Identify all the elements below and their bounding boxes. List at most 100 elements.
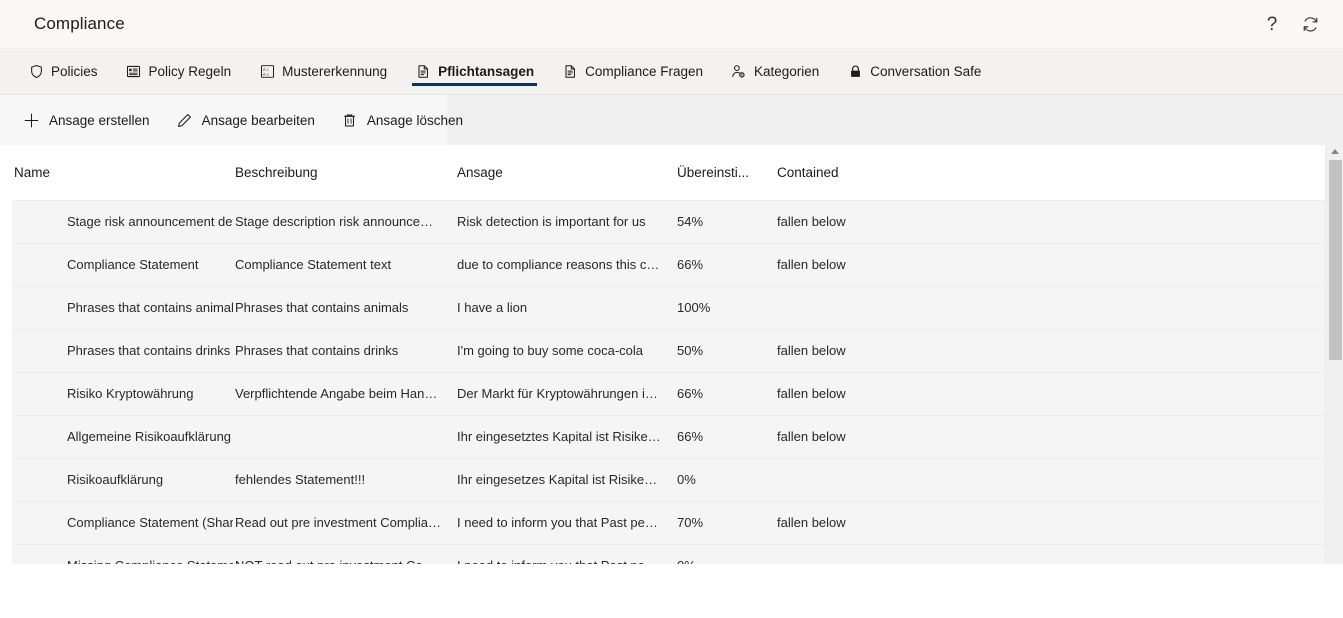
command-label: Ansage bearbeiten: [201, 112, 315, 128]
cell-ansage-text: I need to inform you that Past perfo...: [455, 558, 675, 564]
cell-spacer: [935, 544, 1325, 564]
cell-uebereinstimmung: 70%: [675, 501, 775, 545]
column-header-name[interactable]: Name: [12, 145, 233, 201]
cell-name: Risiko Kryptowährung: [12, 372, 233, 416]
command-bar: Ansage erstellen Ansage bearbeiten Ansag…: [0, 95, 463, 145]
cell-contained: fallen below: [775, 329, 935, 373]
tab-compliance-fragen[interactable]: Compliance Fragen: [548, 49, 717, 94]
cell-name-text: Missing Compliance Statement (Sha...: [12, 558, 233, 564]
cell-uebereinstimmung-text: 66%: [677, 429, 704, 444]
cell-contained: fallen below: [775, 372, 935, 416]
cell-name-text: Compliance Statement (Shares): [67, 515, 233, 530]
table-row[interactable]: Risikoaufklärung fehlendes Statement!!! Ih…: [0, 458, 1325, 502]
cell-beschreibung-text: Phrases that contains animals: [235, 300, 409, 315]
scrollbar-thumb[interactable]: [1329, 160, 1342, 360]
delete-announcement-button[interactable]: Ansage löschen: [330, 105, 474, 136]
cell-beschreibung: Compliance Statement text: [233, 243, 455, 287]
cell-name: Risikoaufklärung: [12, 458, 233, 502]
trash-icon: [341, 112, 358, 129]
svg-text:A: A: [262, 72, 265, 77]
cell-name-text: Phrases that contains drinks: [67, 343, 231, 358]
row-gutter: [0, 329, 12, 373]
cell-beschreibung: Phrases that contains animals: [233, 286, 455, 330]
cell-uebereinstimmung-text: 50%: [677, 343, 704, 358]
column-header-uebereinstimmung[interactable]: Übereinsti...: [675, 145, 775, 201]
cell-ansage: Ihr eingesetzes Kapital ist Risiken au..…: [455, 458, 675, 502]
table-row[interactable]: Compliance Statement (Shares)Read out pr…: [0, 501, 1325, 545]
cell-ansage: Ihr eingesetztes Kapital ist Risiken a..…: [455, 415, 675, 459]
tab-policies[interactable]: Policies: [14, 49, 112, 94]
cell-spacer: [935, 243, 1325, 287]
table-row[interactable]: Stage risk announcement detectionStage d…: [0, 200, 1325, 244]
row-gutter: [0, 501, 12, 545]
cell-ansage-text: due to compliance reasons this call ...: [457, 257, 674, 272]
column-header-ansage[interactable]: Ansage: [455, 145, 675, 201]
tab-conversation-safe[interactable]: Conversation Safe: [833, 49, 995, 94]
cell-ansage-text: I need to inform you that Past perfo...: [457, 515, 671, 530]
command-label: Ansage löschen: [366, 112, 463, 128]
cell-beschreibung: [233, 415, 455, 459]
help-icon[interactable]: ?: [1261, 13, 1283, 35]
cell-ansage: I'm going to buy some coca-cola: [455, 329, 675, 373]
edit-announcement-button[interactable]: Ansage bearbeiten: [165, 105, 326, 136]
cell-contained: fallen below: [775, 200, 935, 244]
cell-contained: fallen below: [775, 501, 935, 545]
cell-ansage-text: Risk detection is important for us: [457, 214, 646, 229]
column-header-label: Beschreibung: [235, 164, 318, 180]
tab-kategorien[interactable]: Kategorien: [717, 49, 833, 94]
column-header-label: Übereinsti...: [677, 164, 750, 180]
table-row[interactable]: Missing Compliance Statement (Sha...NOT …: [0, 544, 1325, 564]
cell-contained-text: fallen below: [777, 214, 846, 229]
tab-policy-regeln[interactable]: Policy Regeln: [112, 49, 246, 94]
cell-name: Stage risk announcement detection: [12, 200, 233, 244]
table-row[interactable]: Phrases that contains animals Phrases tha…: [0, 286, 1325, 330]
cell-uebereinstimmung: 100%: [675, 286, 775, 330]
person-settings-icon: [731, 64, 747, 80]
tab-mustererkennung[interactable]: A 1 A 2 Mustererkennung: [245, 49, 401, 94]
cell-ansage-text: Ihr eingesetzes Kapital ist Risiken au..…: [457, 472, 675, 487]
vertical-scrollbar[interactable]: [1325, 145, 1343, 564]
cell-beschreibung: NOT read out pre investment Comp...: [233, 544, 455, 564]
table-row[interactable]: Compliance Statement Compliance Statement…: [0, 243, 1325, 287]
scroll-up-button[interactable]: [1326, 145, 1343, 158]
column-header-label: Contained: [777, 164, 839, 180]
table-row[interactable]: Risiko Kryptowährung Verpflichtende Angab…: [0, 372, 1325, 416]
pencil-icon: [176, 112, 193, 129]
cell-name-text: Stage risk announcement detection: [67, 214, 233, 229]
cell-beschreibung-text: Phrases that contains drinks: [235, 343, 399, 358]
cell-contained: [775, 286, 935, 330]
cell-ansage: Risk detection is important for us: [455, 200, 675, 244]
cell-name: Allgemeine Risikoaufklärung: [12, 415, 233, 459]
cell-beschreibung: fehlendes Statement!!!: [233, 458, 455, 502]
create-announcement-button[interactable]: Ansage erstellen: [12, 105, 161, 136]
cell-contained-text: fallen below: [777, 257, 846, 272]
column-header-contained[interactable]: Contained: [775, 145, 935, 201]
cell-ansage: I need to inform you that Past perfo...: [455, 501, 675, 545]
cell-uebereinstimmung: 0%: [675, 458, 775, 502]
cell-uebereinstimmung: 66%: [675, 372, 775, 416]
cell-contained-text: fallen below: [777, 515, 846, 530]
table-row[interactable]: Allgemeine Risikoaufklärung Ihr eingesetz…: [0, 415, 1325, 459]
column-header-spacer: [935, 145, 1325, 201]
title-bar: Compliance ?: [0, 0, 1343, 49]
tab-label: Policies: [51, 63, 98, 79]
row-gutter: [0, 372, 12, 416]
cell-beschreibung: Verpflichtende Angabe beim Hande...: [233, 372, 455, 416]
cell-uebereinstimmung-text: 70%: [677, 515, 704, 530]
titlebar-actions: ?: [1261, 13, 1321, 35]
row-gutter: [0, 458, 12, 502]
cell-contained: [775, 544, 935, 564]
cell-ansage-text: I'm going to buy some coca-cola: [457, 343, 644, 358]
cell-contained-text: fallen below: [777, 429, 846, 444]
refresh-icon[interactable]: [1299, 13, 1321, 35]
column-header-beschreibung[interactable]: Beschreibung: [233, 145, 455, 201]
cell-name-text: Risikoaufklärung: [67, 472, 164, 487]
cell-name: Phrases that contains animals: [12, 286, 233, 330]
cell-contained-text: fallen below: [777, 386, 846, 401]
cell-ansage-text: I have a lion: [457, 300, 528, 315]
table-row[interactable]: Phrases that contains drinks Phrases that…: [0, 329, 1325, 373]
cell-beschreibung-text: Verpflichtende Angabe beim Hande...: [235, 386, 450, 401]
tab-pflichtansagen[interactable]: Pflichtansagen: [401, 49, 548, 94]
lock-icon: [847, 64, 863, 80]
cell-name-text: Allgemeine Risikoaufklärung: [67, 429, 232, 444]
